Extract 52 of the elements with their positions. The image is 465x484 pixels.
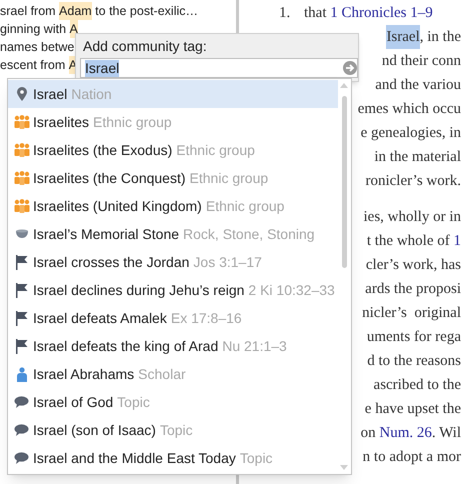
selected-word: Israel (386, 25, 420, 49)
body-text: and the variou (375, 76, 461, 95)
body-text: nd their conn (382, 52, 461, 71)
highlighted-word: Adam (59, 2, 92, 20)
flag-icon (16, 254, 28, 270)
body-text: ards the proposi (365, 280, 461, 299)
body-text: t the whole of (366, 232, 451, 251)
scrollbar-thumb[interactable] (342, 96, 346, 268)
suggestion-item[interactable]: Israel Nation (8, 80, 338, 108)
link[interactable]: 1 Chronicles 1–9 (330, 1, 433, 25)
body-text: escent from (0, 57, 66, 74)
speech-bubble-icon (14, 424, 29, 436)
link[interactable]: Num. 26 (379, 421, 432, 445)
body-text: d to the reasons (367, 352, 461, 371)
body-text: that (304, 4, 328, 23)
popup-title: Add community tag: (83, 37, 207, 56)
body-text: uments for rega (366, 328, 461, 347)
scroll-down-icon[interactable] (339, 465, 349, 471)
body-text: ies, wholly or in (364, 208, 461, 227)
flag-icon (16, 310, 28, 326)
body-text: n to adopt a mor (362, 448, 461, 467)
body-text: on (360, 424, 377, 443)
body-text: nicler’s original (362, 304, 461, 323)
group-icon (14, 171, 30, 185)
group-icon (14, 199, 30, 213)
map-pin-icon (16, 87, 26, 101)
body-text: e genealogies, in (360, 124, 461, 143)
body-text: names betwe (0, 39, 74, 56)
list-number: 1. (279, 4, 292, 23)
body-text: srael from (0, 3, 57, 20)
go-icon[interactable] (343, 61, 357, 75)
flag-icon (16, 282, 28, 298)
body-text: in the material (374, 148, 461, 167)
body-text: . Wil (432, 424, 461, 443)
body-text: emes which occu (358, 100, 461, 119)
body-text: ascribed to the (374, 376, 461, 395)
body-text: e have upset the (364, 400, 461, 419)
group-icon (14, 143, 30, 157)
flag-icon (16, 338, 28, 354)
link[interactable]: 1 (454, 229, 461, 253)
body-text: ginning with (0, 21, 68, 38)
body-text: , in the (420, 28, 461, 47)
speech-bubble-icon (14, 396, 29, 408)
body-text: ronicler’s work. (365, 172, 461, 191)
stone-icon (14, 229, 28, 239)
highlighted-word: A (70, 20, 78, 38)
tag-input-field[interactable]: Israel (80, 58, 358, 78)
body-text: cler’s work, has (366, 256, 461, 275)
person-icon (16, 366, 28, 382)
group-icon (14, 115, 30, 129)
body-text: to the post-exilic… (94, 3, 198, 20)
speech-bubble-icon (14, 452, 29, 464)
